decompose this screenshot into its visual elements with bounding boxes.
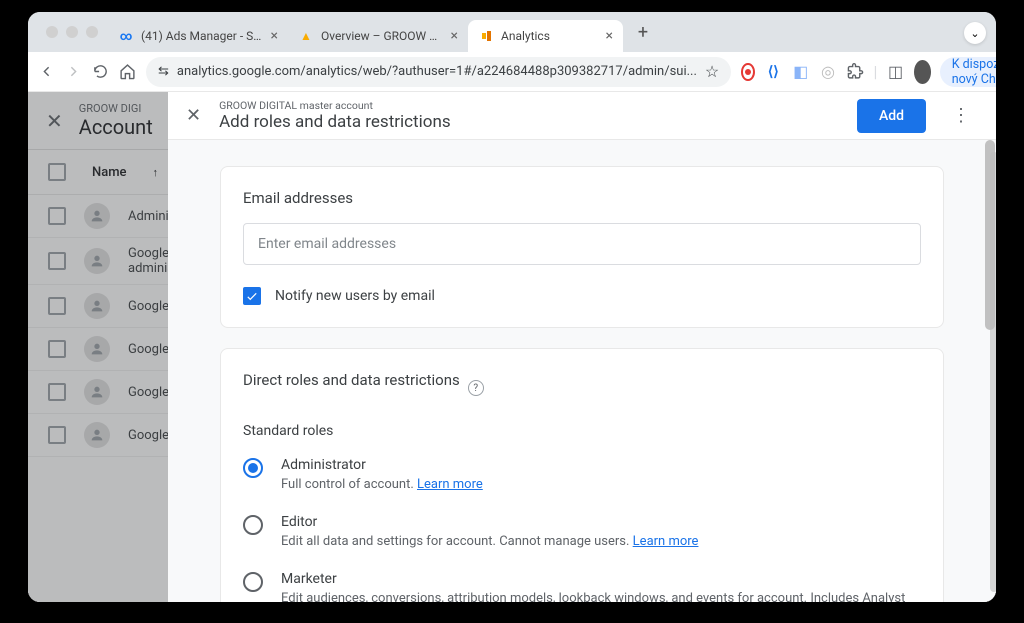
- role-description: Edit all data and settings for account. …: [281, 534, 698, 549]
- close-icon[interactable]: ×: [606, 28, 613, 44]
- role-description: Full control of account. Learn more: [281, 477, 483, 492]
- url-bar[interactable]: ⇆ analytics.google.com/analytics/web/?au…: [146, 57, 731, 87]
- browser-tab[interactable]: ▲ Overview – GROOW marketin ×: [288, 20, 468, 52]
- site-settings-icon[interactable]: ⇆: [158, 64, 169, 79]
- panel-icon[interactable]: ◫: [886, 59, 904, 85]
- browser-toolbar: ⇆ analytics.google.com/analytics/web/?au…: [28, 52, 996, 92]
- email-heading: Email addresses: [243, 189, 921, 207]
- star-icon[interactable]: ☆: [705, 62, 719, 81]
- chrome-update-pill[interactable]: K dispozícii je nový Chrome⋮: [940, 57, 996, 87]
- close-icon[interactable]: ×: [451, 28, 458, 44]
- tab-bar: ∞ (41) Ads Manager - Spravova × ▲ Overvi…: [28, 12, 996, 52]
- role-name: Marketer: [281, 571, 921, 587]
- role-option[interactable]: Administrator Full control of account. Le…: [243, 457, 921, 492]
- reload-icon[interactable]: [92, 59, 109, 85]
- ga-icon: ▲: [298, 28, 314, 44]
- ext-icon[interactable]: ◎: [819, 59, 837, 85]
- forward-icon[interactable]: [65, 59, 82, 85]
- modal-title: Add roles and data restrictions: [219, 112, 839, 132]
- role-name: Editor: [281, 514, 698, 530]
- roles-heading: Direct roles and data restrictions: [243, 371, 460, 389]
- modal-header: ✕ GROOW DIGITAL master account Add roles…: [168, 92, 996, 140]
- close-modal-icon[interactable]: ✕: [186, 105, 201, 126]
- notify-label: Notify new users by email: [275, 288, 435, 304]
- modal-body: Email addresses Notify new users by emai…: [168, 140, 996, 602]
- notify-checkbox[interactable]: [243, 287, 261, 305]
- home-icon[interactable]: [119, 59, 136, 85]
- roles-card: Direct roles and data restrictions ? Sta…: [220, 348, 944, 602]
- browser-tab[interactable]: ∞ (41) Ads Manager - Spravova ×: [108, 20, 288, 52]
- tab-title: Overview – GROOW marketin: [321, 29, 444, 43]
- page-scrollbar[interactable]: [990, 152, 996, 592]
- learn-more-link[interactable]: Learn more: [417, 477, 483, 492]
- learn-more-link[interactable]: Learn more: [633, 534, 699, 549]
- ext-icon[interactable]: [741, 63, 755, 81]
- traffic-lights: [36, 26, 108, 38]
- new-tab-button[interactable]: +: [629, 18, 657, 46]
- ext-icon[interactable]: ◧: [791, 59, 809, 85]
- pill-text: K dispozícii je nový Chrome: [952, 57, 996, 87]
- email-input[interactable]: [243, 223, 921, 265]
- role-radio[interactable]: [243, 572, 263, 592]
- url-text: analytics.google.com/analytics/web/?auth…: [177, 64, 697, 79]
- browser-tab-active[interactable]: Analytics ×: [468, 20, 623, 52]
- role-name: Administrator: [281, 457, 483, 473]
- help-icon[interactable]: ?: [468, 380, 484, 396]
- tab-title: Analytics: [501, 29, 599, 43]
- back-icon[interactable]: [38, 59, 55, 85]
- profile-avatar[interactable]: [914, 60, 931, 84]
- add-button[interactable]: Add: [857, 99, 926, 133]
- page-content: ✕ GROOW DIGI Account Name↑ AdminisGoogle…: [28, 92, 996, 602]
- role-radio[interactable]: [243, 458, 263, 478]
- browser-window: ∞ (41) Ads Manager - Spravova × ▲ Overvi…: [28, 12, 996, 602]
- role-radio[interactable]: [243, 515, 263, 535]
- modal-context: GROOW DIGITAL master account: [219, 99, 839, 112]
- close-icon[interactable]: ×: [271, 28, 278, 44]
- add-roles-modal: ✕ GROOW DIGITAL master account Add roles…: [168, 92, 996, 602]
- tab-title: (41) Ads Manager - Spravova: [141, 29, 264, 43]
- role-option[interactable]: Editor Edit all data and settings for acc…: [243, 514, 921, 549]
- standard-roles-label: Standard roles: [243, 423, 921, 439]
- analytics-icon: [478, 28, 494, 44]
- ext-icon[interactable]: ⟨⟩: [764, 59, 782, 85]
- extensions-icon[interactable]: [846, 59, 864, 85]
- tab-dropdown[interactable]: ⌄: [964, 22, 986, 44]
- extension-icons: ⟨⟩ ◧ ◎ | ◫ K dispozícii je nový Chrome⋮: [741, 57, 996, 87]
- role-description: Edit audiences, conversions, attribution…: [281, 591, 921, 602]
- role-option[interactable]: Marketer Edit audiences, conversions, att…: [243, 571, 921, 602]
- more-icon[interactable]: ⋮: [944, 105, 978, 126]
- meta-icon: ∞: [118, 28, 134, 44]
- email-card: Email addresses Notify new users by emai…: [220, 166, 944, 328]
